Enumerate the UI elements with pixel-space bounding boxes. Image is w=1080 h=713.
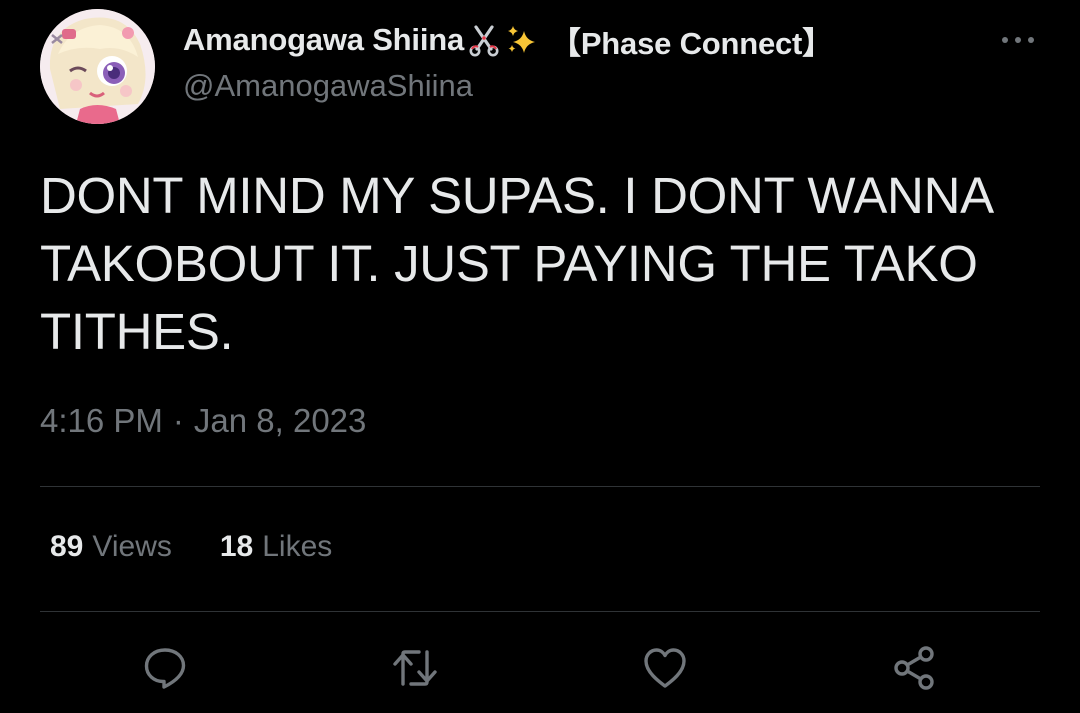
- author-display-name[interactable]: Amanogawa Shiina: [183, 22, 464, 58]
- timestamp-separator: ·: [172, 402, 184, 439]
- more-options-button[interactable]: [996, 26, 1040, 54]
- like-icon: [644, 648, 686, 688]
- retweet-button[interactable]: [390, 643, 440, 693]
- avatar-image: [40, 9, 155, 124]
- author-handle[interactable]: @AmanogawaShiina: [183, 68, 473, 104]
- author-affiliation[interactable]: 【Phase Connect】: [550, 18, 833, 63]
- views-stat[interactable]: 89 Views: [50, 530, 172, 564]
- divider: [40, 486, 1040, 487]
- tweet-stats: 89 Views 18 Likes: [50, 530, 332, 564]
- likes-label: Likes: [262, 530, 333, 563]
- divider: [40, 611, 1040, 612]
- reply-icon: [144, 648, 186, 689]
- views-count: 89: [50, 530, 84, 563]
- avatar[interactable]: [40, 9, 155, 124]
- views-label: Views: [92, 530, 172, 563]
- likes-count: 18: [219, 530, 254, 563]
- author-name-row[interactable]: Amanogawa Shiina 【Phase Connect】: [183, 18, 833, 62]
- scissors-icon: [466, 22, 502, 58]
- tweet-date[interactable]: Jan 8, 2023: [194, 402, 366, 439]
- reply-button[interactable]: [140, 643, 190, 693]
- more-icon: [1002, 37, 1034, 43]
- share-icon: [894, 646, 934, 690]
- retweet-icon: [393, 650, 437, 686]
- likes-stat[interactable]: 18 Likes: [220, 530, 332, 564]
- tweet-text: DONT MIND MY SUPAS. I DONT WANNA TAKOBOU…: [40, 167, 992, 360]
- tweet-time[interactable]: 4:16 PM: [40, 402, 163, 439]
- tweet-timestamp[interactable]: 4:16 PM · Jan 8, 2023: [40, 402, 366, 440]
- like-button[interactable]: [640, 643, 690, 693]
- sparkles-icon: [504, 22, 540, 58]
- share-button[interactable]: [889, 643, 939, 693]
